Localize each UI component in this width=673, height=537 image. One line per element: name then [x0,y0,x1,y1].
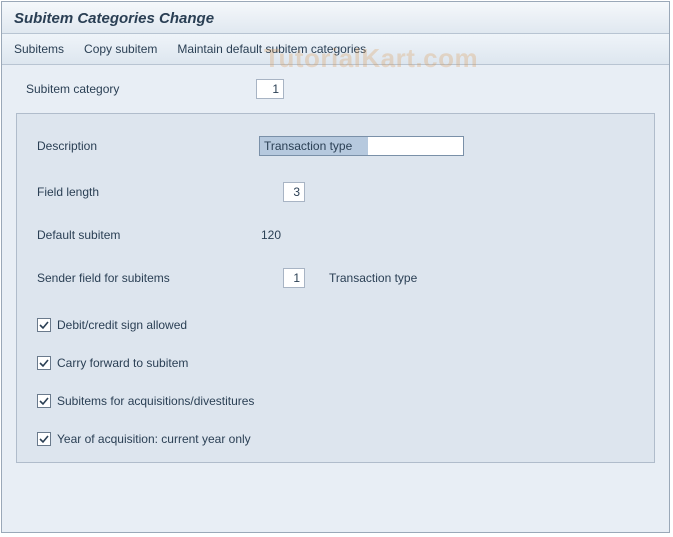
description-row: Description Transaction type [37,136,634,156]
title-bar: Subitem Categories Change [2,2,669,34]
default-subitem-row: Default subitem 120 [37,228,634,242]
default-subitem-value: 120 [261,228,311,242]
check-icon [39,434,49,444]
field-length-input[interactable]: 3 [283,182,305,202]
year-acq-checkbox[interactable] [37,432,51,446]
debit-credit-row: Debit/credit sign allowed [37,318,634,332]
description-label: Description [37,139,259,153]
acquisitions-checkbox[interactable] [37,394,51,408]
field-length-label: Field length [37,185,283,199]
sender-field-row: Sender field for subitems 1 Transaction … [37,268,634,288]
toolbar-maintain-default[interactable]: Maintain default subitem categories [177,42,366,56]
subitem-category-row: Subitem category 1 [12,79,659,113]
acquisitions-row: Subitems for acquisitions/divestitures [37,394,634,408]
year-acq-row: Year of acquisition: current year only [37,432,634,446]
acquisitions-label: Subitems for acquisitions/divestitures [57,394,254,408]
page-title: Subitem Categories Change [14,10,657,27]
check-icon [39,396,49,406]
field-length-row: Field length 3 [37,182,634,202]
carry-forward-row: Carry forward to subitem [37,356,634,370]
window: Subitem Categories Change Subitems Copy … [1,1,670,533]
debit-credit-label: Debit/credit sign allowed [57,318,187,332]
check-icon [39,320,49,330]
year-acq-label: Year of acquisition: current year only [57,432,251,446]
debit-credit-checkbox[interactable] [37,318,51,332]
subitem-category-label: Subitem category [26,82,256,96]
toolbar-copy-subitem[interactable]: Copy subitem [84,42,157,56]
subitem-category-input[interactable]: 1 [256,79,284,99]
sender-field-input[interactable]: 1 [283,268,305,288]
details-groupbox: Description Transaction type Field lengt… [16,113,655,463]
sender-field-label: Sender field for subitems [37,271,283,285]
check-icon [39,358,49,368]
toolbar: Subitems Copy subitem Maintain default s… [2,34,669,65]
content-area: TutorialKart.com Subitem category 1 Desc… [2,65,669,532]
carry-forward-checkbox[interactable] [37,356,51,370]
description-input[interactable]: Transaction type [259,136,464,156]
toolbar-subitems[interactable]: Subitems [14,42,64,56]
carry-forward-label: Carry forward to subitem [57,356,188,370]
default-subitem-label: Default subitem [37,228,261,242]
sender-field-text: Transaction type [329,271,417,285]
